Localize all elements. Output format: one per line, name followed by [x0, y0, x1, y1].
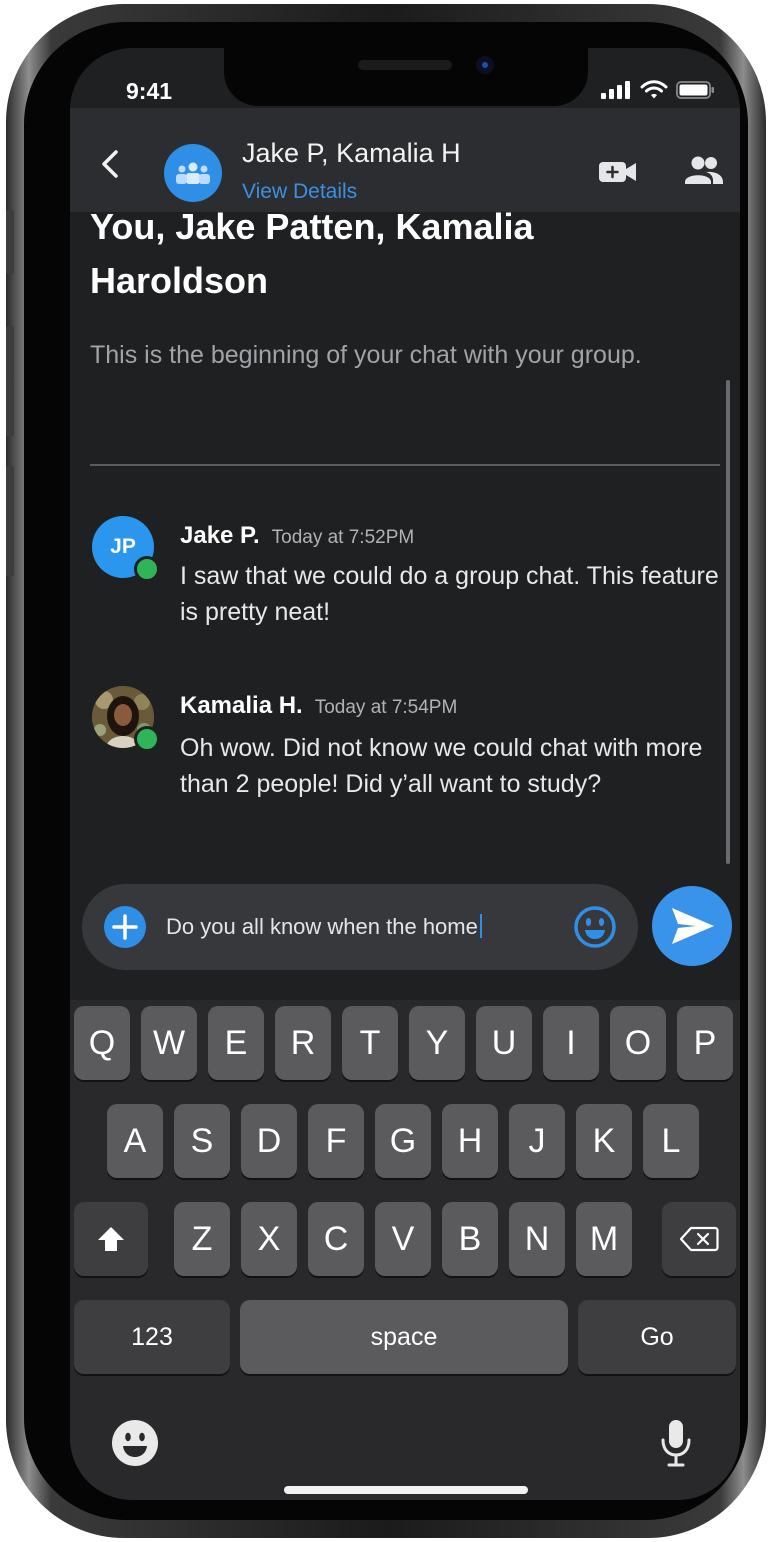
chat-title[interactable]: Jake P, Kamalia H — [242, 138, 461, 169]
key-b[interactable]: B — [442, 1202, 498, 1276]
online-status-badge — [134, 556, 160, 582]
key-g[interactable]: G — [375, 1104, 431, 1178]
key-k[interactable]: K — [576, 1104, 632, 1178]
volume-up-button — [6, 326, 14, 436]
chat-header: Jake P, Kamalia H View Details — [70, 108, 740, 212]
key-e[interactable]: E — [208, 1006, 264, 1080]
wifi-icon — [640, 80, 668, 99]
video-call-icon[interactable] — [598, 158, 638, 186]
emoji-icon[interactable] — [572, 904, 618, 950]
group-people-icon — [176, 162, 210, 184]
key-a[interactable]: A — [107, 1104, 163, 1178]
key-x[interactable]: X — [241, 1202, 297, 1276]
text-caret — [479, 914, 482, 938]
key-p[interactable]: P — [677, 1006, 733, 1080]
delete-key[interactable] — [662, 1202, 736, 1276]
message-composer: Do you all know when the home — [82, 884, 638, 970]
mute-switch — [6, 210, 14, 274]
message-text: Oh wow. Did not know we could chat with … — [180, 734, 703, 798]
key-i[interactable]: I — [543, 1006, 599, 1080]
shift-arrow-icon — [98, 1227, 124, 1251]
key-o[interactable]: O — [610, 1006, 666, 1080]
members-icon[interactable] — [684, 154, 724, 186]
status-icons — [600, 80, 716, 100]
cellular-signal-icon — [601, 81, 630, 99]
emoji-keyboard-icon[interactable] — [110, 1418, 160, 1468]
front-camera — [476, 56, 494, 74]
message-timestamp: Today at 7:52PM — [271, 527, 415, 548]
key-h[interactable]: H — [442, 1104, 498, 1178]
back-chevron-icon[interactable] — [90, 144, 130, 184]
space-key[interactable]: space — [240, 1300, 568, 1374]
chat-intro-text: This is the beginning of your chat with … — [90, 341, 642, 369]
key-d[interactable]: D — [241, 1104, 297, 1178]
key-t[interactable]: T — [342, 1006, 398, 1080]
keyboard: Q W E R T Y U I O P A S D F G H J K L Z … — [70, 1000, 740, 1500]
message-text: I saw that we could do a group chat. Thi… — [180, 562, 719, 626]
key-n[interactable]: N — [509, 1202, 565, 1276]
message-sender: Kamalia H. Today at 7:54PM — [180, 692, 457, 720]
key-s[interactable]: S — [174, 1104, 230, 1178]
key-r[interactable]: R — [275, 1006, 331, 1080]
key-f[interactable]: F — [308, 1104, 364, 1178]
key-q[interactable]: Q — [74, 1006, 130, 1080]
status-time: 9:41 — [126, 78, 173, 104]
battery-icon — [676, 81, 714, 99]
sender-name: Kamalia H. — [180, 692, 303, 719]
key-m[interactable]: M — [576, 1202, 632, 1276]
send-icon — [672, 908, 714, 944]
message-timestamp: Today at 7:54PM — [314, 697, 458, 718]
screen: Jake P, Kamalia H View Details You, Jake… — [70, 48, 740, 1500]
add-attachment-button[interactable] — [104, 906, 146, 948]
sender-name: Jake P. — [180, 522, 260, 549]
chat-intro-title: You, Jake Patten, Kamalia Haroldson — [90, 212, 534, 301]
numbers-key[interactable]: 123 — [74, 1300, 230, 1374]
microphone-icon[interactable] — [658, 1418, 694, 1470]
message-sender: Jake P. Today at 7:52PM — [180, 522, 414, 550]
backspace-icon — [679, 1226, 719, 1252]
plus-icon — [112, 914, 138, 940]
volume-down-button — [6, 466, 14, 576]
message-list: You, Jake Patten, Kamalia Haroldson This… — [70, 212, 740, 872]
key-v[interactable]: V — [375, 1202, 431, 1276]
message-input-text: Do you all know when the home — [166, 914, 478, 939]
online-status-badge — [134, 726, 160, 752]
key-z[interactable]: Z — [174, 1202, 230, 1276]
key-l[interactable]: L — [643, 1104, 699, 1178]
message-input[interactable]: Do you all know when the home — [166, 910, 546, 944]
key-y[interactable]: Y — [409, 1006, 465, 1080]
send-button[interactable] — [652, 886, 732, 966]
key-u[interactable]: U — [476, 1006, 532, 1080]
view-details-link[interactable]: View Details — [242, 180, 357, 204]
key-w[interactable]: W — [141, 1006, 197, 1080]
speaker-grille — [358, 60, 452, 70]
key-c[interactable]: C — [308, 1202, 364, 1276]
shift-key[interactable] — [74, 1202, 148, 1276]
go-key[interactable]: Go — [578, 1300, 736, 1374]
key-j[interactable]: J — [509, 1104, 565, 1178]
home-indicator[interactable] — [284, 1486, 528, 1494]
notch — [224, 48, 588, 106]
group-avatar[interactable] — [164, 144, 222, 202]
divider — [90, 464, 720, 466]
